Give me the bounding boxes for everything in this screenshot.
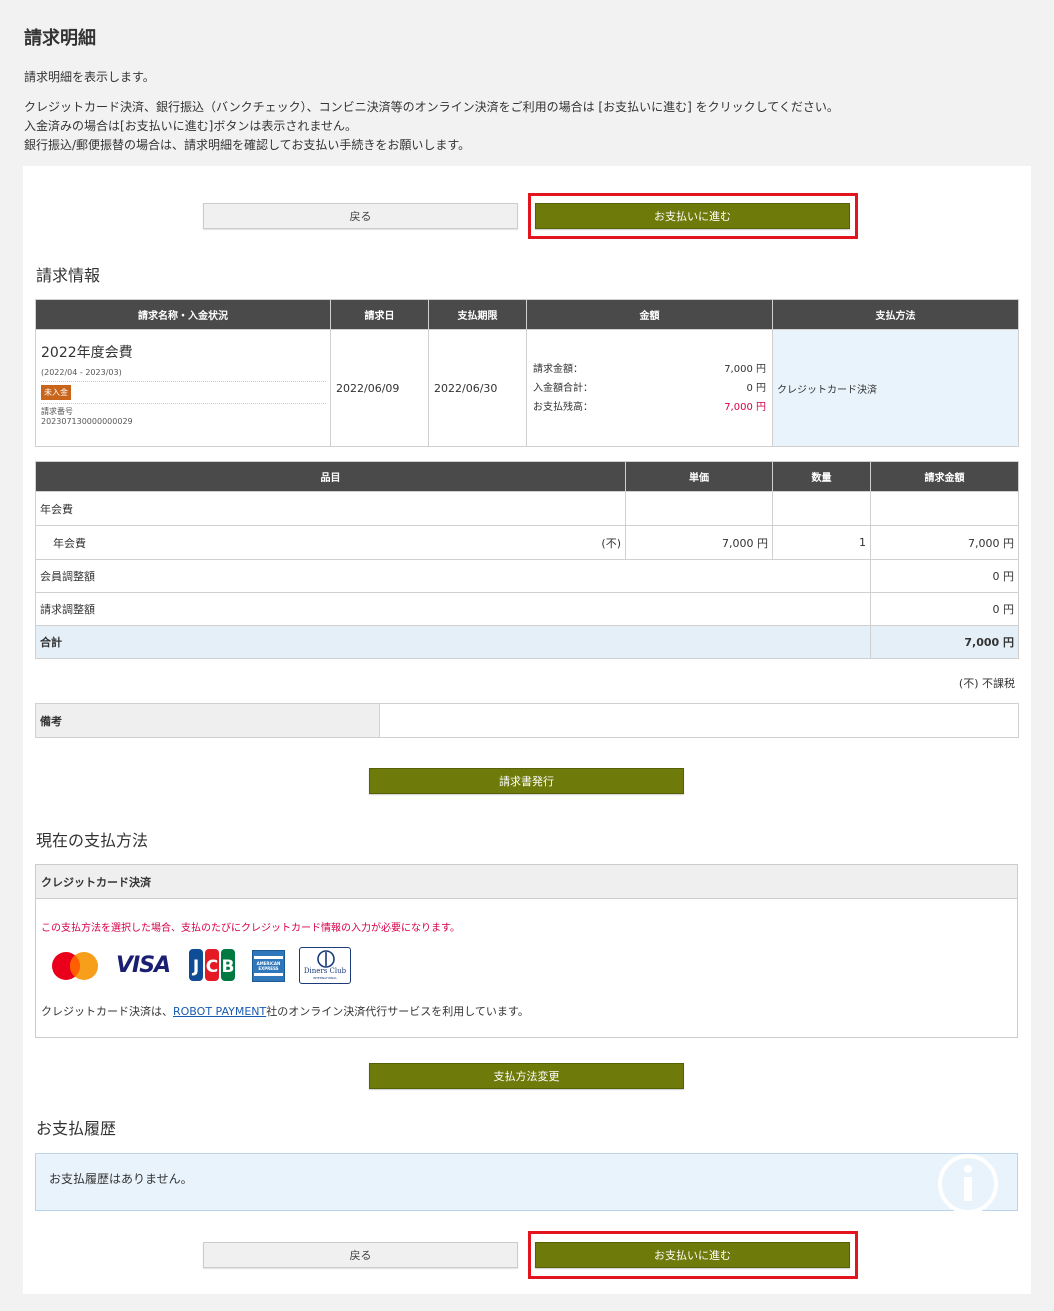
payment-history-info: お支払履歴はありません。 bbox=[35, 1153, 1018, 1212]
method-note-prefix: クレジットカード決済は、 bbox=[41, 1005, 173, 1018]
jcb-logo-icon: J C B bbox=[188, 948, 236, 982]
method-note-suffix: 社のオンライン決済代行サービスを利用しています。 bbox=[266, 1005, 529, 1018]
bill-adjust-label: 請求調整額 bbox=[35, 592, 871, 626]
amount-label: 請求金額： bbox=[533, 363, 583, 375]
amex-logo-icon: AMERICAN EXPRESS bbox=[252, 950, 285, 982]
balance-value: 7,000 円 bbox=[724, 401, 766, 413]
status-badge: 未入金 bbox=[41, 385, 71, 400]
amount-value: 7,000 円 bbox=[724, 363, 766, 375]
col-pay-method: 支払方法 bbox=[772, 299, 1019, 330]
billing-table: 請求名称・入金状況 請求日 支払期限 金額 支払方法 2022年度会費 (202… bbox=[35, 299, 1019, 447]
billing-number-label: 請求番号 bbox=[41, 407, 73, 416]
table-row: 年会費 (不) 7,000 円 1 7,000 円 bbox=[35, 525, 1019, 560]
visa-logo-text: VISA bbox=[116, 953, 171, 978]
svg-text:J: J bbox=[192, 957, 199, 977]
diners-logo-sub: INTERNATIONAL bbox=[312, 976, 338, 980]
robot-payment-link[interactable]: ROBOT PAYMENT bbox=[173, 1005, 266, 1018]
method-warning: この支払方法を選択した場合、支払のたびにクレジットカード情報の入力が必要になりま… bbox=[41, 923, 460, 934]
payment-method-box: クレジットカード決済 この支払方法を選択した場合、支払のたびにクレジットカード情… bbox=[35, 864, 1018, 1038]
bill-adjust-value: 0 円 bbox=[870, 592, 1019, 626]
back-button-bottom[interactable]: 戻る bbox=[203, 1242, 518, 1268]
item-name: 年会費 bbox=[53, 536, 86, 550]
member-adjust-label: 会員調整額 bbox=[35, 559, 871, 593]
visa-logo-icon: VISA bbox=[116, 953, 178, 979]
history-empty-message: お支払履歴はありません。 bbox=[49, 1172, 193, 1186]
svg-text:B: B bbox=[222, 957, 235, 977]
col-unit-price: 単価 bbox=[625, 461, 773, 492]
info-icon bbox=[938, 1154, 998, 1212]
proceed-payment-button-top[interactable]: お支払いに進む bbox=[535, 203, 850, 229]
member-adjust-value: 0 円 bbox=[870, 559, 1019, 593]
col-billing-date: 請求日 bbox=[330, 299, 429, 330]
col-item-amount: 請求金額 bbox=[870, 461, 1019, 492]
method-note: クレジットカード決済は、ROBOT PAYMENT社のオンライン決済代行サービス… bbox=[41, 1003, 529, 1019]
back-button-top[interactable]: 戻る bbox=[203, 203, 518, 229]
paid-value: 0 円 bbox=[746, 382, 766, 394]
remarks-value bbox=[379, 703, 1019, 738]
total-label: 合計 bbox=[35, 625, 871, 659]
issue-invoice-button[interactable]: 請求書発行 bbox=[369, 768, 684, 794]
paid-label: 入金額合計： bbox=[533, 382, 593, 394]
mastercard-logo-icon bbox=[50, 949, 100, 983]
intro-line-3: 入金済みの場合は[お支払いに進む]ボタンは表示されません。 bbox=[24, 119, 358, 133]
tax-mark: (不) bbox=[601, 536, 621, 550]
billing-info-heading: 請求情報 bbox=[36, 266, 101, 285]
item-qty: 1 bbox=[772, 525, 871, 560]
due-date: 2022/06/30 bbox=[428, 329, 527, 447]
diners-logo-text: Diners Club bbox=[303, 967, 347, 975]
billing-date: 2022/06/09 bbox=[330, 329, 429, 447]
billing-period: (2022/04 - 2023/03) bbox=[41, 368, 122, 377]
payment-history-heading: お支払履歴 bbox=[36, 1119, 117, 1138]
change-method-button[interactable]: 支払方法変更 bbox=[369, 1063, 684, 1089]
intro-line-2: クレジットカード決済、銀行振込（バンクチェック）、コンビニ決済等のオンライン決済… bbox=[24, 100, 839, 114]
diners-logo-icon: Diners Club INTERNATIONAL bbox=[299, 947, 351, 984]
svg-text:C: C bbox=[206, 957, 218, 977]
amex-logo-text: AMERICAN EXPRESS bbox=[256, 961, 281, 971]
items-table: 品目 単価 数量 請求金額 年会費 年会費 (不) 7,000 円 1 7,00… bbox=[35, 461, 1019, 659]
col-item: 品目 bbox=[35, 461, 626, 492]
billing-number: 202307130000000029 bbox=[41, 417, 133, 426]
page-title: 請求明細 bbox=[24, 28, 96, 49]
col-amount: 金額 bbox=[526, 299, 773, 330]
item-group: 年会費 bbox=[35, 491, 626, 526]
item-unit-price: 7,000 円 bbox=[625, 525, 773, 560]
current-method-heading: 現在の支払方法 bbox=[36, 831, 149, 850]
col-due-date: 支払期限 bbox=[428, 299, 527, 330]
remarks-label: 備考 bbox=[35, 703, 380, 738]
pay-method-value: クレジットカード決済 bbox=[772, 329, 1019, 447]
remarks-table: 備考 bbox=[35, 703, 1019, 738]
intro-line-1: 請求明細を表示します。 bbox=[24, 70, 155, 84]
col-quantity: 数量 bbox=[772, 461, 871, 492]
payment-method-name: クレジットカード決済 bbox=[36, 865, 1017, 899]
billing-name: 2022年度会費 bbox=[41, 345, 133, 361]
balance-label: お支払残高： bbox=[533, 401, 593, 413]
total-value: 7,000 円 bbox=[870, 625, 1019, 659]
item-amount: 7,000 円 bbox=[870, 525, 1019, 560]
proceed-payment-button-bottom[interactable]: お支払いに進む bbox=[535, 1242, 850, 1268]
intro-line-4: 銀行振込/郵便振替の場合は、請求明細を確認してお支払い手続きをお願いします。 bbox=[24, 138, 471, 152]
tax-note: (不) 不課税 bbox=[958, 677, 1015, 690]
col-billing-name: 請求名称・入金状況 bbox=[35, 299, 331, 330]
